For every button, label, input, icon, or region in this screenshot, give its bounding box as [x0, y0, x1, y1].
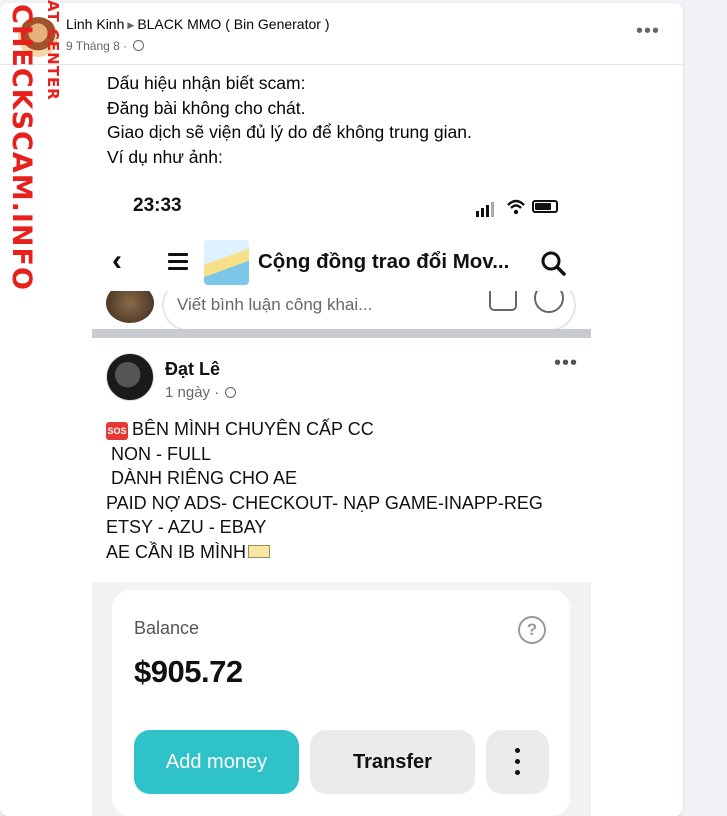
inner-post: Đạt Lê 1 ngày · ••• SOS BÊN MÌNH CHUYÊN C… — [92, 338, 591, 816]
menu-icon[interactable] — [168, 253, 188, 271]
group-name[interactable]: BLACK MMO ( Bin Generator ) — [137, 16, 329, 32]
signal-icon — [481, 208, 484, 217]
inner-line-text: AE CẦN IB MÌNH — [106, 541, 247, 562]
comment-placeholder: Viết bình luận công khai... — [177, 295, 373, 314]
inner-line: AE CẦN IB MÌNH — [106, 540, 543, 565]
inner-line: SOS BÊN MÌNH CHUYÊN CẤP CC — [106, 417, 543, 442]
watermark: CHECKSCAM.INFO — [6, 4, 37, 291]
post-text-line: Dấu hiệu nhận biết scam: — [107, 73, 306, 93]
emoji-icon[interactable] — [534, 291, 564, 313]
inner-post-meta: 1 ngày · — [165, 384, 237, 401]
app-screenshot: Balance ? $905.72 Add money Transfer — [92, 582, 591, 816]
post-date[interactable]: 9 Tháng 8 — [66, 39, 120, 53]
group-title[interactable]: Cộng đồng trao đổi Mov... — [258, 250, 509, 274]
comment-input[interactable]: Viết bình luận công khai... — [162, 291, 576, 331]
divider — [92, 329, 591, 338]
balance-card: Balance ? $905.72 Add money Transfer — [112, 590, 570, 816]
post-meta: 9 Tháng 8 · — [66, 39, 144, 53]
status-icons — [476, 197, 566, 217]
signal-icon — [491, 202, 494, 217]
signal-icon — [476, 211, 479, 217]
inner-author-avatar[interactable] — [106, 353, 154, 401]
more-options-button[interactable] — [486, 730, 549, 794]
inner-post-time[interactable]: 1 ngày — [165, 384, 210, 401]
inner-author-name[interactable]: Đạt Lê — [165, 359, 220, 380]
post-text: Dấu hiệu nhận biết scam: Đăng bài không … — [107, 71, 472, 169]
wifi-icon — [507, 199, 525, 215]
post-more-button[interactable]: ••• — [632, 21, 664, 49]
post-header: Linh Kinh ▶ BLACK MMO ( Bin Generator ) 9 … — [0, 3, 683, 65]
meta-separator: · — [214, 384, 220, 401]
meta-separator: · — [123, 39, 128, 53]
inner-line: DÀNH RIÊNG CHO AE — [106, 468, 298, 489]
commenter-avatar — [106, 291, 154, 323]
sos-icon: SOS — [106, 422, 128, 440]
post-text-line: Ví dụ như ảnh: — [107, 146, 223, 167]
status-time: 23:33 — [133, 195, 182, 216]
triangle-right-icon: ▶ — [127, 20, 135, 30]
camera-icon[interactable] — [489, 291, 517, 311]
inner-more-button[interactable]: ••• — [554, 352, 578, 375]
inner-line: ETSY - AZU - EBAY — [106, 517, 267, 538]
back-icon[interactable]: ‹ — [112, 246, 122, 276]
globe-icon — [225, 387, 237, 398]
watermark-sub: AT CENTER — [44, 0, 62, 101]
group-thumbnail[interactable] — [204, 240, 249, 285]
globe-icon — [132, 40, 144, 51]
author-line: Linh Kinh ▶ BLACK MMO ( Bin Generator ) — [66, 16, 329, 32]
post-card: Linh Kinh ▶ BLACK MMO ( Bin Generator ) 9 … — [0, 3, 683, 816]
balance-label: Balance — [134, 618, 200, 638]
help-icon[interactable]: ? — [518, 616, 546, 644]
author-name[interactable]: Linh Kinh — [66, 16, 124, 32]
post-text-line: Đăng bài không cho chát. — [107, 97, 306, 118]
post-image[interactable]: 23:33 ‹ Cộng đồng trao đổi Mov... Viết b… — [92, 178, 591, 816]
search-icon[interactable] — [540, 250, 566, 276]
transfer-button[interactable]: Transfer — [310, 730, 475, 794]
add-money-button[interactable]: Add money — [134, 730, 299, 794]
inner-line-text: BÊN MÌNH CHUYÊN CẤP CC — [132, 419, 374, 439]
inner-line: NON - FULL — [106, 443, 212, 464]
page: Linh Kinh ▶ BLACK MMO ( Bin Generator ) 9 … — [0, 0, 727, 816]
inner-line: PAID NỢ ADS- CHECKOUT- NẠP GAME-INAPP-RE… — [106, 492, 543, 513]
post-text-line: Giao dịch sẽ viện đủ lý do để không trun… — [107, 122, 472, 142]
credit-card-icon — [248, 544, 271, 558]
signal-icon — [486, 205, 489, 217]
battery-icon — [532, 200, 558, 213]
balance-value: $905.72 — [134, 654, 243, 689]
inner-post-body: SOS BÊN MÌNH CHUYÊN CẤP CC NON - FULL DÀN… — [106, 417, 543, 565]
